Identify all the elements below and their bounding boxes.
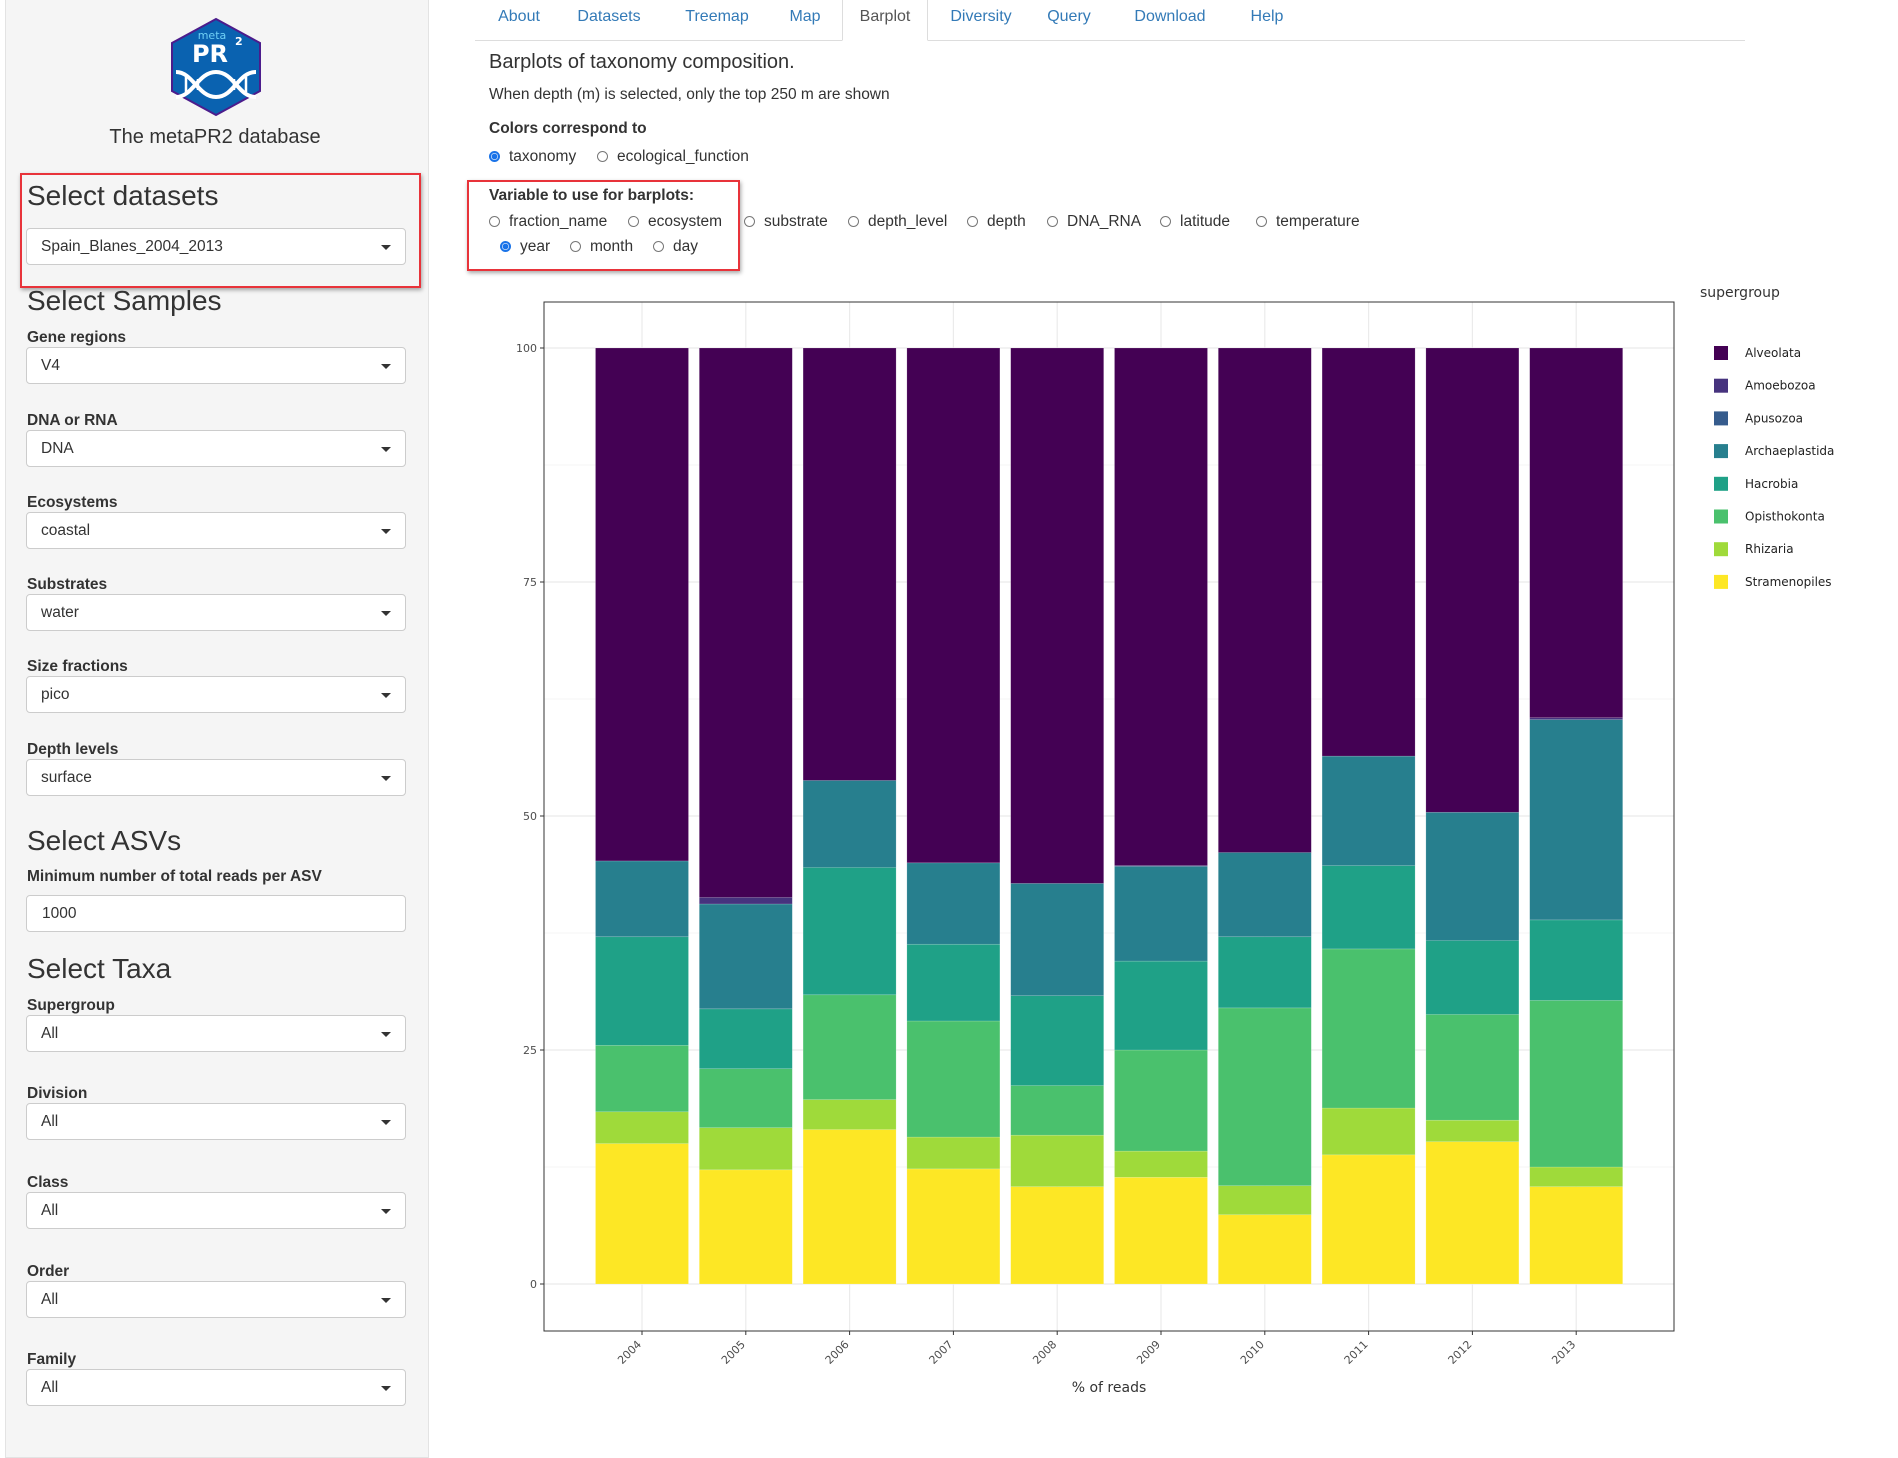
bar-segment-alveolata-2004 bbox=[595, 347, 689, 862]
bar-segment-archaeplastida-2008 bbox=[1010, 883, 1105, 997]
bar-segment-archaeplastida-2005 bbox=[698, 903, 793, 1010]
bar-segment-stramenopiles-2004 bbox=[595, 1143, 689, 1285]
bar-segment-stramenopiles-2009 bbox=[1114, 1176, 1208, 1285]
bar-segment-alveolata-2006 bbox=[802, 347, 897, 781]
legend-title: supergroup bbox=[1700, 285, 1780, 301]
legend-key-stramenopiles bbox=[1714, 574, 1728, 589]
legend-key-hacrobia bbox=[1714, 476, 1728, 491]
bar-segment-stramenopiles-2012 bbox=[1425, 1141, 1520, 1285]
x-tick-label: 2006 bbox=[823, 1338, 852, 1367]
bar-segment-rhizaria-2009 bbox=[1114, 1150, 1208, 1178]
x-tick-label: 2010 bbox=[1238, 1338, 1267, 1367]
legend-label: Archaeplastida bbox=[1745, 444, 1834, 458]
bar-segment-hacrobia-2005 bbox=[698, 1008, 793, 1070]
legend-label: Apusozoa bbox=[1745, 411, 1803, 425]
x-tick-label: 2004 bbox=[615, 1338, 644, 1367]
bar-segment-rhizaria-2011 bbox=[1321, 1107, 1416, 1156]
barplot-chart: 0 25 50 75 100 2004 2005 2006 2007 2008 2009 2010 20… bbox=[516, 285, 1834, 1396]
y-tick-label: 75 bbox=[523, 576, 537, 589]
bar-segment-opisthokonta-2006 bbox=[802, 994, 897, 1100]
bar-segment-archaeplastida-2009 bbox=[1114, 866, 1208, 962]
x-tick-label: 2013 bbox=[1549, 1338, 1578, 1367]
bar-segment-alveolata-2013 bbox=[1529, 347, 1623, 719]
x-tick-label: 2007 bbox=[927, 1338, 956, 1367]
bar-segment-hacrobia-2010 bbox=[1218, 936, 1312, 1009]
bar-segment-stramenopiles-2013 bbox=[1529, 1186, 1623, 1285]
bar-segment-hacrobia-2009 bbox=[1114, 960, 1208, 1051]
legend-label: Alveolata bbox=[1745, 346, 1801, 360]
bar-segment-hacrobia-2012 bbox=[1425, 940, 1520, 1015]
bar-segment-alveolata-2008 bbox=[1010, 347, 1105, 884]
legend-key-opisthokonta bbox=[1714, 509, 1728, 524]
bar-segment-opisthokonta-2011 bbox=[1321, 948, 1416, 1109]
bar-segment-stramenopiles-2007 bbox=[906, 1168, 1001, 1285]
bar-segment-hacrobia-2013 bbox=[1529, 919, 1623, 1001]
bar-segment-opisthokonta-2004 bbox=[595, 1045, 689, 1113]
y-tick-label: 0 bbox=[530, 1278, 537, 1291]
bar-segment-hacrobia-2008 bbox=[1010, 995, 1105, 1086]
bar-segment-opisthokonta-2008 bbox=[1010, 1085, 1105, 1136]
bar-segment-rhizaria-2007 bbox=[906, 1136, 1001, 1170]
bar-segment-rhizaria-2008 bbox=[1010, 1134, 1105, 1187]
bar-segment-alveolata-2012 bbox=[1425, 347, 1520, 813]
bar-segment-rhizaria-2013 bbox=[1529, 1166, 1623, 1187]
bar-segment-stramenopiles-2011 bbox=[1321, 1154, 1416, 1285]
x-tick-label: 2011 bbox=[1342, 1338, 1371, 1367]
legend-key-archaeplastida bbox=[1714, 444, 1728, 459]
legend-key-rhizaria bbox=[1714, 542, 1728, 557]
bar-segment-hacrobia-2004 bbox=[595, 936, 689, 1046]
bar-segment-alveolata-2011 bbox=[1321, 347, 1416, 757]
bar-segment-rhizaria-2010 bbox=[1218, 1185, 1312, 1216]
bar-segment-stramenopiles-2010 bbox=[1218, 1214, 1312, 1285]
bar-segment-archaeplastida-2010 bbox=[1218, 852, 1312, 938]
x-tick-label: 2009 bbox=[1134, 1338, 1163, 1367]
bar-segment-alveolata-2007 bbox=[906, 347, 1001, 864]
legend-label: Hacrobia bbox=[1745, 477, 1798, 491]
bar-segment-archaeplastida-2011 bbox=[1321, 755, 1416, 866]
bar-segment-archaeplastida-2007 bbox=[906, 862, 1001, 945]
bar-segment-alveolata-2009 bbox=[1114, 347, 1208, 866]
bar-segment-rhizaria-2004 bbox=[595, 1111, 689, 1144]
y-tick-label: 25 bbox=[523, 1044, 537, 1057]
bar-segment-rhizaria-2006 bbox=[802, 1099, 897, 1130]
bar-segment-hacrobia-2007 bbox=[906, 943, 1001, 1022]
x-axis-label: % of reads bbox=[1072, 1380, 1147, 1396]
bar-segment-stramenopiles-2005 bbox=[698, 1169, 793, 1285]
bar-segment-stramenopiles-2006 bbox=[802, 1129, 897, 1285]
legend-key-amoebozoa bbox=[1714, 378, 1728, 393]
bar-segment-amoebozoa-2005 bbox=[698, 897, 793, 905]
bar-segment-archaeplastida-2012 bbox=[1425, 811, 1520, 941]
bar-segment-archaeplastida-2013 bbox=[1529, 719, 1623, 921]
x-tick-label: 2008 bbox=[1030, 1338, 1059, 1367]
x-tick-label: 2012 bbox=[1446, 1338, 1475, 1367]
bar-segment-stramenopiles-2008 bbox=[1010, 1186, 1105, 1285]
bar-segment-opisthokonta-2007 bbox=[906, 1020, 1001, 1138]
bar-segment-rhizaria-2012 bbox=[1425, 1119, 1520, 1143]
bar-segment-opisthokonta-2005 bbox=[698, 1068, 793, 1128]
bar-segment-archaeplastida-2006 bbox=[802, 780, 897, 868]
x-tick-label: 2005 bbox=[719, 1338, 748, 1367]
legend-label: Rhizaria bbox=[1745, 542, 1794, 556]
bar-segment-hacrobia-2011 bbox=[1321, 865, 1416, 950]
legend-label: Amoebozoa bbox=[1745, 379, 1816, 393]
bar-segment-opisthokonta-2012 bbox=[1425, 1014, 1520, 1121]
legend-key-apusozoa bbox=[1714, 411, 1728, 426]
bar-segment-archaeplastida-2004 bbox=[595, 860, 689, 938]
y-tick-label: 100 bbox=[516, 342, 537, 355]
bar-segment-alveolata-2010 bbox=[1218, 347, 1312, 853]
bar-segment-hacrobia-2006 bbox=[802, 867, 897, 996]
bar-segment-opisthokonta-2009 bbox=[1114, 1049, 1208, 1152]
y-tick-label: 50 bbox=[523, 810, 537, 823]
legend-label: Opisthokonta bbox=[1745, 510, 1825, 524]
bar-segment-opisthokonta-2013 bbox=[1529, 1000, 1623, 1168]
legend-key-alveolata bbox=[1714, 346, 1728, 360]
bar-segment-rhizaria-2005 bbox=[698, 1127, 793, 1171]
legend-label: Stramenopiles bbox=[1745, 575, 1832, 589]
bar-segment-alveolata-2005 bbox=[698, 347, 793, 898]
bar-segment-opisthokonta-2010 bbox=[1218, 1007, 1312, 1187]
